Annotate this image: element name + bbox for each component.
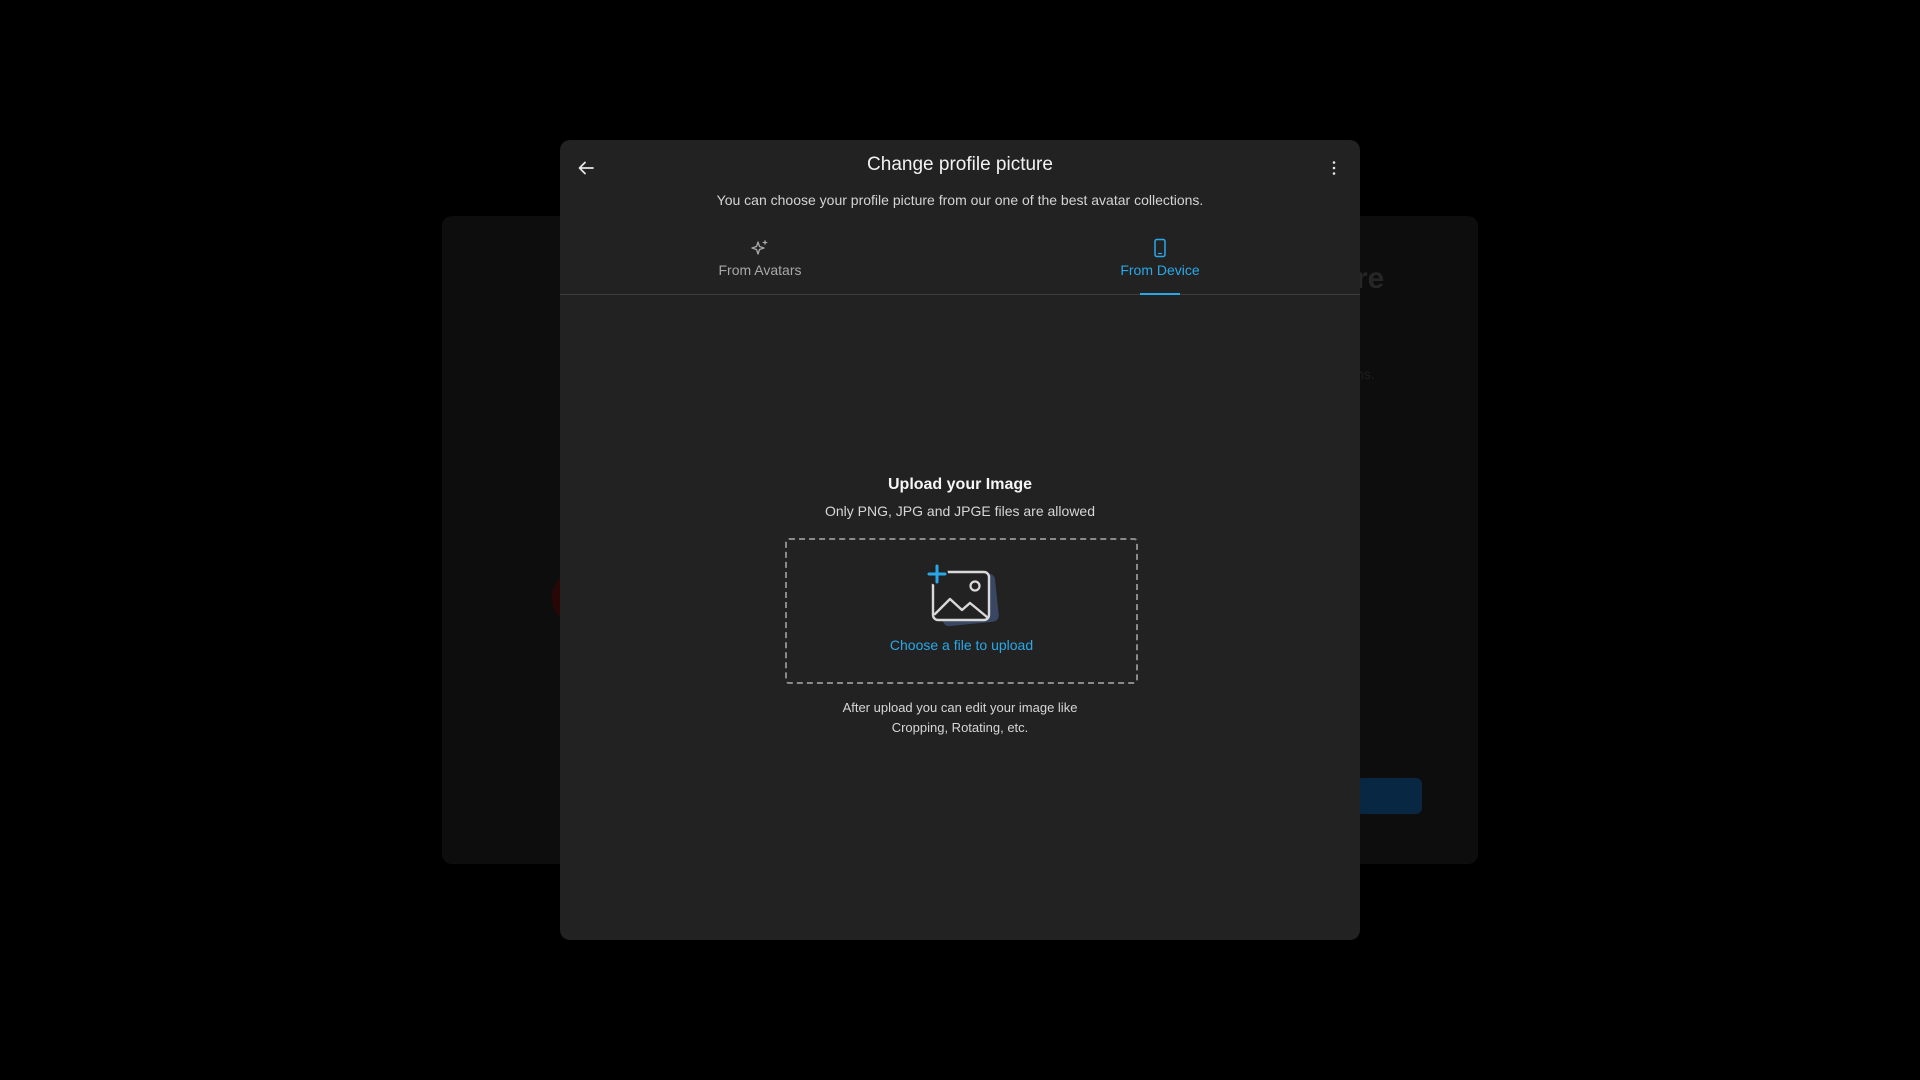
upload-title: Upload your Image xyxy=(887,476,1033,493)
sparkles-icon xyxy=(751,239,768,255)
source-tabs: From Avatars From Device xyxy=(560,228,1360,295)
dialog-title: Change profile picture xyxy=(867,154,1053,175)
tab-from-avatars[interactable]: From Avatars xyxy=(660,228,860,294)
image-add-icon xyxy=(925,562,1003,635)
dialog-subtitle: You can choose your profile picture from… xyxy=(716,192,1204,208)
dialog-header: Change profile picture You can choose yo… xyxy=(560,140,1360,228)
smartphone-icon xyxy=(1154,238,1166,258)
file-dropzone[interactable]: Choose a file to upload xyxy=(785,538,1138,684)
change-profile-picture-dialog: Change profile picture You can choose yo… xyxy=(560,140,1360,940)
background-title-fragment: re xyxy=(1356,262,1385,295)
after-upload-note-line1: After upload you can edit your image lik… xyxy=(842,700,1078,715)
active-tab-indicator xyxy=(1140,293,1180,295)
background-button xyxy=(1356,778,1422,814)
more-vertical-icon xyxy=(1332,161,1336,175)
more-options-button[interactable] xyxy=(1318,152,1350,184)
tab-from-avatars-label: From Avatars xyxy=(718,262,802,278)
tab-from-device-label: From Device xyxy=(1120,262,1200,278)
after-upload-note: After upload you can edit your image lik… xyxy=(560,698,1360,738)
upload-subtitle: Only PNG, JPG and JPGE files are allowed xyxy=(825,503,1095,519)
tab-from-device[interactable]: From Device xyxy=(1060,228,1260,294)
after-upload-note-line2: Cropping, Rotating, etc. xyxy=(891,720,1029,735)
choose-file-link[interactable]: Choose a file to upload xyxy=(787,637,1136,653)
